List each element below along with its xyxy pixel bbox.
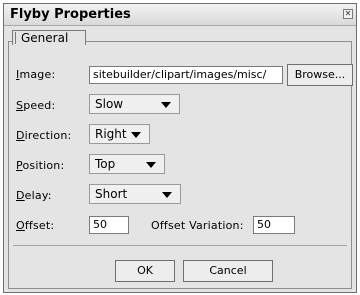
browse-button[interactable]: Browse...	[287, 64, 353, 86]
delay-selected-value: Short	[95, 187, 128, 201]
delay-dropdown[interactable]: Short	[89, 184, 181, 204]
position-selected-value: Top	[95, 157, 116, 171]
delay-label-text: elay:	[24, 189, 52, 202]
chevron-down-icon	[131, 132, 141, 138]
position-dropdown[interactable]: Top	[89, 154, 165, 174]
ok-button-label: OK	[137, 264, 153, 277]
direction-dropdown[interactable]: Right	[89, 124, 150, 144]
tab-general[interactable]: General	[12, 30, 86, 45]
delay-label: Delay:	[16, 189, 52, 202]
offset-label-mnemonic: O	[16, 219, 25, 232]
image-label: Image:	[16, 68, 55, 81]
dialog-title: Flyby Properties	[10, 7, 131, 22]
chevron-down-icon	[162, 192, 172, 198]
chevron-down-icon	[161, 102, 171, 108]
image-label-text: mage:	[19, 68, 56, 81]
divider	[13, 245, 347, 246]
speed-selected-value: Slow	[95, 97, 124, 111]
direction-selected-value: Right	[95, 127, 127, 141]
offset-input[interactable]: 50	[89, 216, 129, 234]
offset-label-text: ffset:	[24, 219, 55, 232]
general-tab-panel: Image: sitebuilder/clipart/images/misc/ …	[8, 41, 353, 289]
close-icon[interactable]: ✕	[343, 9, 353, 19]
offset-variation-label: Offset Variation:	[151, 219, 244, 232]
direction-label-text: irection:	[24, 129, 72, 142]
position-label: Position:	[16, 159, 64, 172]
direction-label-mnemonic: D	[16, 129, 25, 142]
position-label-text: osition:	[22, 159, 65, 172]
flyby-properties-dialog: Flyby Properties ✕ General Image: sitebu…	[3, 3, 357, 293]
delay-label-mnemonic: D	[16, 189, 25, 202]
offset-variation-input[interactable]: 50	[253, 216, 295, 234]
title-bar: Flyby Properties ✕	[4, 4, 356, 26]
image-path-input[interactable]: sitebuilder/clipart/images/misc/	[89, 66, 283, 84]
chevron-down-icon	[146, 162, 156, 168]
cancel-button[interactable]: Cancel	[183, 260, 273, 282]
speed-label-text: peed:	[23, 99, 56, 112]
ok-button[interactable]: OK	[115, 260, 175, 282]
browse-button-label: Browse...	[294, 68, 346, 81]
offset-label: Offset:	[16, 219, 54, 232]
speed-dropdown[interactable]: Slow	[89, 94, 180, 114]
cancel-button-label: Cancel	[209, 264, 247, 277]
speed-label: Speed:	[16, 99, 55, 112]
direction-label: Direction:	[16, 129, 71, 142]
